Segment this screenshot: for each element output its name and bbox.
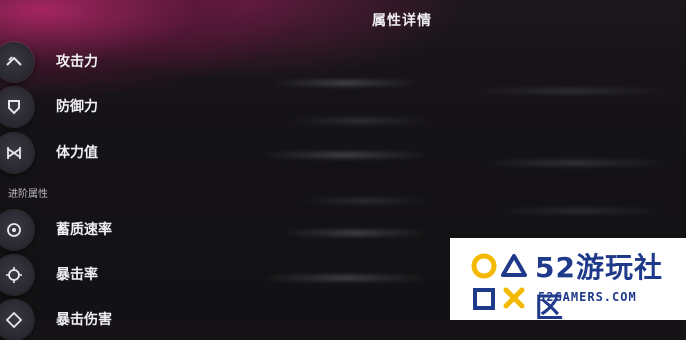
shield-icon xyxy=(0,87,34,127)
watermark-name: 52游玩社区 xyxy=(535,251,663,324)
gamepad-symbols-icon xyxy=(471,253,527,310)
stat-label: 暴击伤害 xyxy=(56,312,112,328)
background-streak xyxy=(490,208,670,214)
stat-label: 暴击率 xyxy=(56,267,98,283)
background-streak xyxy=(470,88,670,94)
section-label-advanced: 进阶属性 xyxy=(8,189,48,200)
stat-label: 防御力 xyxy=(56,99,98,115)
stat-label: 体力值 xyxy=(56,145,98,161)
stat-label: 蓄质速率 xyxy=(56,222,112,238)
crit-damage-icon xyxy=(0,300,34,340)
stat-row-attack[interactable]: 攻击力 xyxy=(0,40,440,82)
stat-label: 攻击力 xyxy=(56,54,98,70)
stamina-icon xyxy=(0,133,34,173)
crit-rate-icon xyxy=(0,255,34,295)
stat-row-stamina[interactable]: 体力值 xyxy=(0,131,440,173)
stat-row-charge-rate[interactable]: 蓄质速率 xyxy=(0,208,440,250)
attack-icon xyxy=(0,42,34,82)
watermark-url: 52GAMERS.COM xyxy=(538,290,637,304)
page-title: 属性详情 xyxy=(372,13,432,29)
background-streak xyxy=(300,198,430,204)
stat-row-crit-damage[interactable]: 暴击伤害 xyxy=(0,298,440,340)
watermark-logo: 52游玩社区 52GAMERS.COM xyxy=(450,238,686,324)
stat-row-defense[interactable]: 防御力 xyxy=(0,85,440,127)
charge-rate-icon xyxy=(0,210,34,250)
panel-header: 属性详情 xyxy=(0,0,686,38)
background-streak xyxy=(480,160,670,166)
stat-row-crit-rate[interactable]: 暴击率 xyxy=(0,253,440,295)
